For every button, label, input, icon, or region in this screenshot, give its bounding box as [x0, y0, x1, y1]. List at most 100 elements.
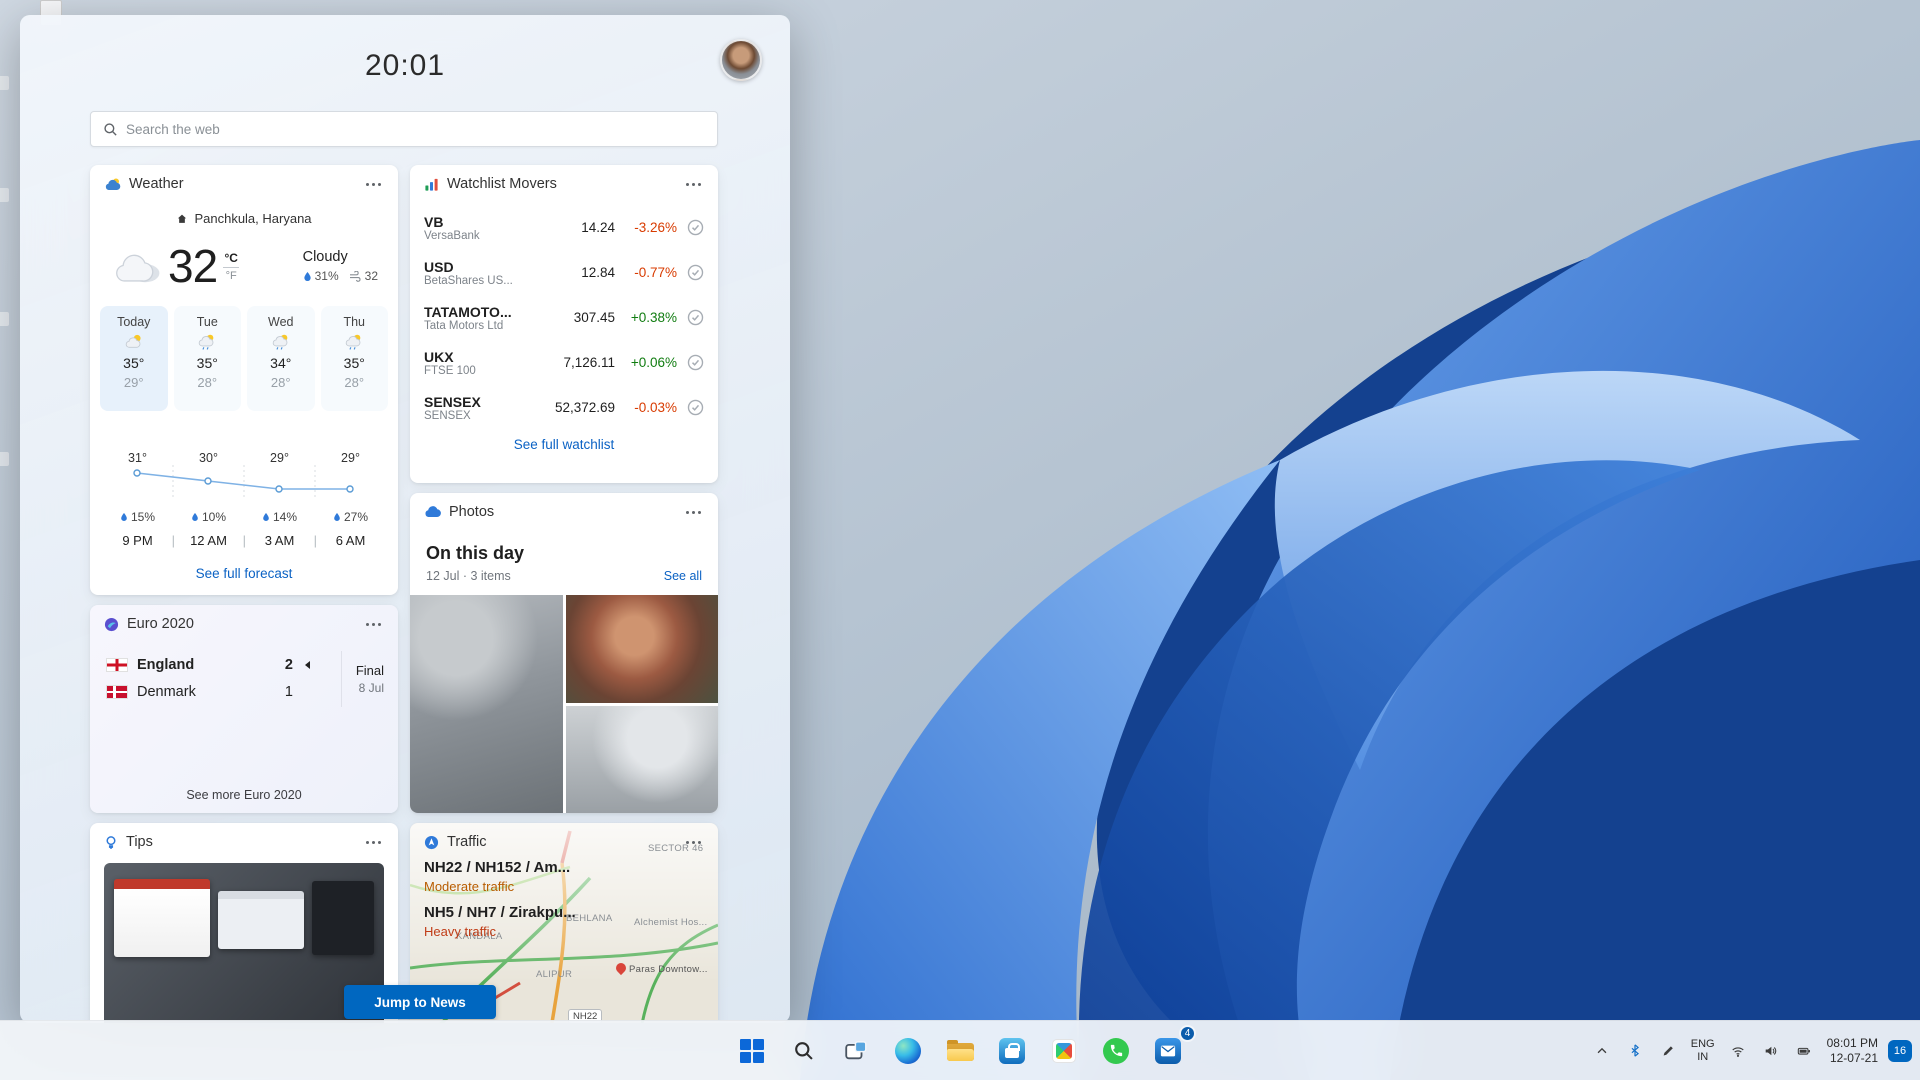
- watchlist-row[interactable]: VB VersaBank 14.24 -3.26%: [410, 205, 718, 250]
- precip-drop-icon: [191, 512, 199, 522]
- watchlist-row[interactable]: TATAMOTO... Tata Motors Ltd 307.45 +0.38…: [410, 295, 718, 340]
- hourly-times: 9 PM 12 AM 3 AM 6 AM: [102, 533, 386, 548]
- watchlist-added-check-icon[interactable]: [687, 309, 704, 326]
- euro-2020-widget[interactable]: Euro 2020 England 2 Denmark 1 Final: [90, 605, 398, 813]
- humidity-value: 31%: [315, 269, 339, 283]
- watchlist-row[interactable]: USD BetaShares US... 12.84 -0.77%: [410, 250, 718, 295]
- air-quality-icon: [349, 271, 362, 282]
- see-more-euro-link[interactable]: See more Euro 2020: [90, 788, 398, 802]
- photo-thumbnail[interactable]: [566, 706, 719, 814]
- battery-icon: [1796, 1044, 1812, 1058]
- web-search-bar[interactable]: [90, 111, 718, 147]
- euro-2020-icon: [104, 617, 119, 632]
- weather-location-row[interactable]: Panchkula, Haryana: [90, 211, 398, 226]
- team-score: 2: [277, 657, 293, 673]
- chevron-up-icon: [1595, 1044, 1609, 1058]
- watchlist-row[interactable]: SENSEX SENSEX 52,372.69 -0.03%: [410, 385, 718, 430]
- stock-name: Tata Motors Ltd: [424, 320, 532, 332]
- desktop-icon[interactable]: [0, 76, 9, 90]
- jump-to-news-button[interactable]: Jump to News: [344, 985, 496, 1019]
- more-menu-icon[interactable]: [682, 175, 704, 193]
- stock-change: -0.77%: [615, 265, 677, 280]
- language-indicator[interactable]: ENG IN: [1688, 1031, 1718, 1071]
- weather-widget[interactable]: Weather Panchkula, Haryana 32 °C °F: [90, 165, 398, 595]
- tray-date: 12-07-21: [1830, 1051, 1878, 1066]
- partly-cloudy-icon: [124, 333, 144, 351]
- see-all-link[interactable]: See all: [664, 569, 702, 583]
- watchlist-added-check-icon[interactable]: [687, 264, 704, 281]
- widget-title: Tips: [126, 834, 153, 850]
- store-bag-icon: [999, 1038, 1025, 1064]
- stock-price: 12.84: [532, 265, 615, 280]
- microsoft-store-button[interactable]: [989, 1028, 1035, 1074]
- tray-chevron-button[interactable]: [1589, 1031, 1615, 1071]
- traffic-app-icon: [424, 835, 439, 850]
- traffic-route-1: NH22 / NH152 / Am...: [424, 859, 576, 876]
- watchlist-added-check-icon[interactable]: [687, 219, 704, 236]
- watchlist-row[interactable]: UKX FTSE 100 7,126.11 +0.06%: [410, 340, 718, 385]
- mail-app-button[interactable]: 4: [1145, 1028, 1191, 1074]
- watchlist-app-icon: [424, 177, 439, 192]
- photos-pinwheel-icon: [1052, 1039, 1076, 1063]
- desktop-icon[interactable]: [0, 188, 9, 202]
- rain-icon: [344, 333, 364, 351]
- battery-button[interactable]: [1791, 1031, 1817, 1071]
- more-menu-icon[interactable]: [682, 833, 704, 851]
- unit-toggle[interactable]: °C °F: [223, 251, 239, 282]
- weather-condition: Cloudy: [303, 249, 378, 265]
- bluetooth-button[interactable]: [1622, 1031, 1648, 1071]
- photo-thumbnail[interactable]: [566, 595, 719, 703]
- whatsapp-button[interactable]: [1093, 1028, 1139, 1074]
- unit-fahrenheit[interactable]: °F: [226, 270, 237, 282]
- traffic-route-2: NH5 / NH7 / Zirakpu...: [424, 904, 576, 921]
- avatar[interactable]: [720, 39, 762, 81]
- weather-location: Panchkula, Haryana: [194, 211, 311, 226]
- match-stage: Final: [356, 663, 384, 678]
- edge-browser-button[interactable]: [885, 1028, 931, 1074]
- map-label: Alchemist Hos...: [634, 917, 707, 928]
- notification-count-badge[interactable]: 16: [1888, 1040, 1912, 1062]
- pen-icon: [1661, 1044, 1675, 1058]
- more-menu-icon[interactable]: [362, 615, 384, 633]
- volume-button[interactable]: [1758, 1031, 1784, 1071]
- more-menu-icon[interactable]: [682, 503, 704, 521]
- watchlist-widget[interactable]: Watchlist Movers VB VersaBank 14.24 -3.2…: [410, 165, 718, 483]
- forecast-day[interactable]: Tue 35° 28°: [174, 306, 242, 411]
- forecast-day[interactable]: Wed 34° 28°: [247, 306, 315, 411]
- unit-celsius[interactable]: °C: [224, 251, 237, 265]
- stock-symbol: TATAMOTO...: [424, 304, 532, 320]
- more-menu-icon[interactable]: [362, 175, 384, 193]
- file-explorer-button[interactable]: [937, 1028, 983, 1074]
- watchlist-added-check-icon[interactable]: [687, 399, 704, 416]
- see-full-watchlist-link[interactable]: See full watchlist: [514, 437, 615, 452]
- mail-icon: [1155, 1038, 1181, 1064]
- see-full-forecast-link[interactable]: See full forecast: [196, 566, 293, 581]
- wifi-button[interactable]: [1725, 1031, 1751, 1071]
- rain-icon: [197, 333, 217, 351]
- aqi-value: 32: [365, 269, 378, 283]
- widget-title: Watchlist Movers: [447, 176, 557, 192]
- search-icon: [103, 122, 118, 137]
- desktop-icon[interactable]: [0, 452, 9, 466]
- pen-button[interactable]: [1655, 1031, 1681, 1071]
- search-input[interactable]: [126, 122, 705, 137]
- clock-tray[interactable]: 08:01 PM 12-07-21: [1824, 1031, 1881, 1071]
- photos-app-button[interactable]: [1041, 1028, 1087, 1074]
- language-region: IN: [1697, 1051, 1708, 1064]
- stock-name: VersaBank: [424, 230, 532, 242]
- forecast-day[interactable]: Thu 35° 28°: [321, 306, 389, 411]
- wifi-icon: [1730, 1044, 1746, 1058]
- more-menu-icon[interactable]: [362, 833, 384, 851]
- forecast-day[interactable]: Today 35° 29°: [100, 306, 168, 411]
- folder-icon: [947, 1040, 974, 1061]
- tips-preview-image[interactable]: [104, 863, 384, 1023]
- task-view-button[interactable]: [833, 1028, 879, 1074]
- stock-change: +0.06%: [615, 355, 677, 370]
- watchlist-added-check-icon[interactable]: [687, 354, 704, 371]
- photos-widget[interactable]: Photos On this day 12 Jul · 3 items See …: [410, 493, 718, 813]
- taskbar-search-button[interactable]: [781, 1028, 827, 1074]
- photo-thumbnail[interactable]: [410, 595, 563, 813]
- desktop: 20:01 Weather Panch: [0, 0, 1920, 1080]
- start-button[interactable]: [729, 1028, 775, 1074]
- desktop-icon[interactable]: [0, 312, 9, 326]
